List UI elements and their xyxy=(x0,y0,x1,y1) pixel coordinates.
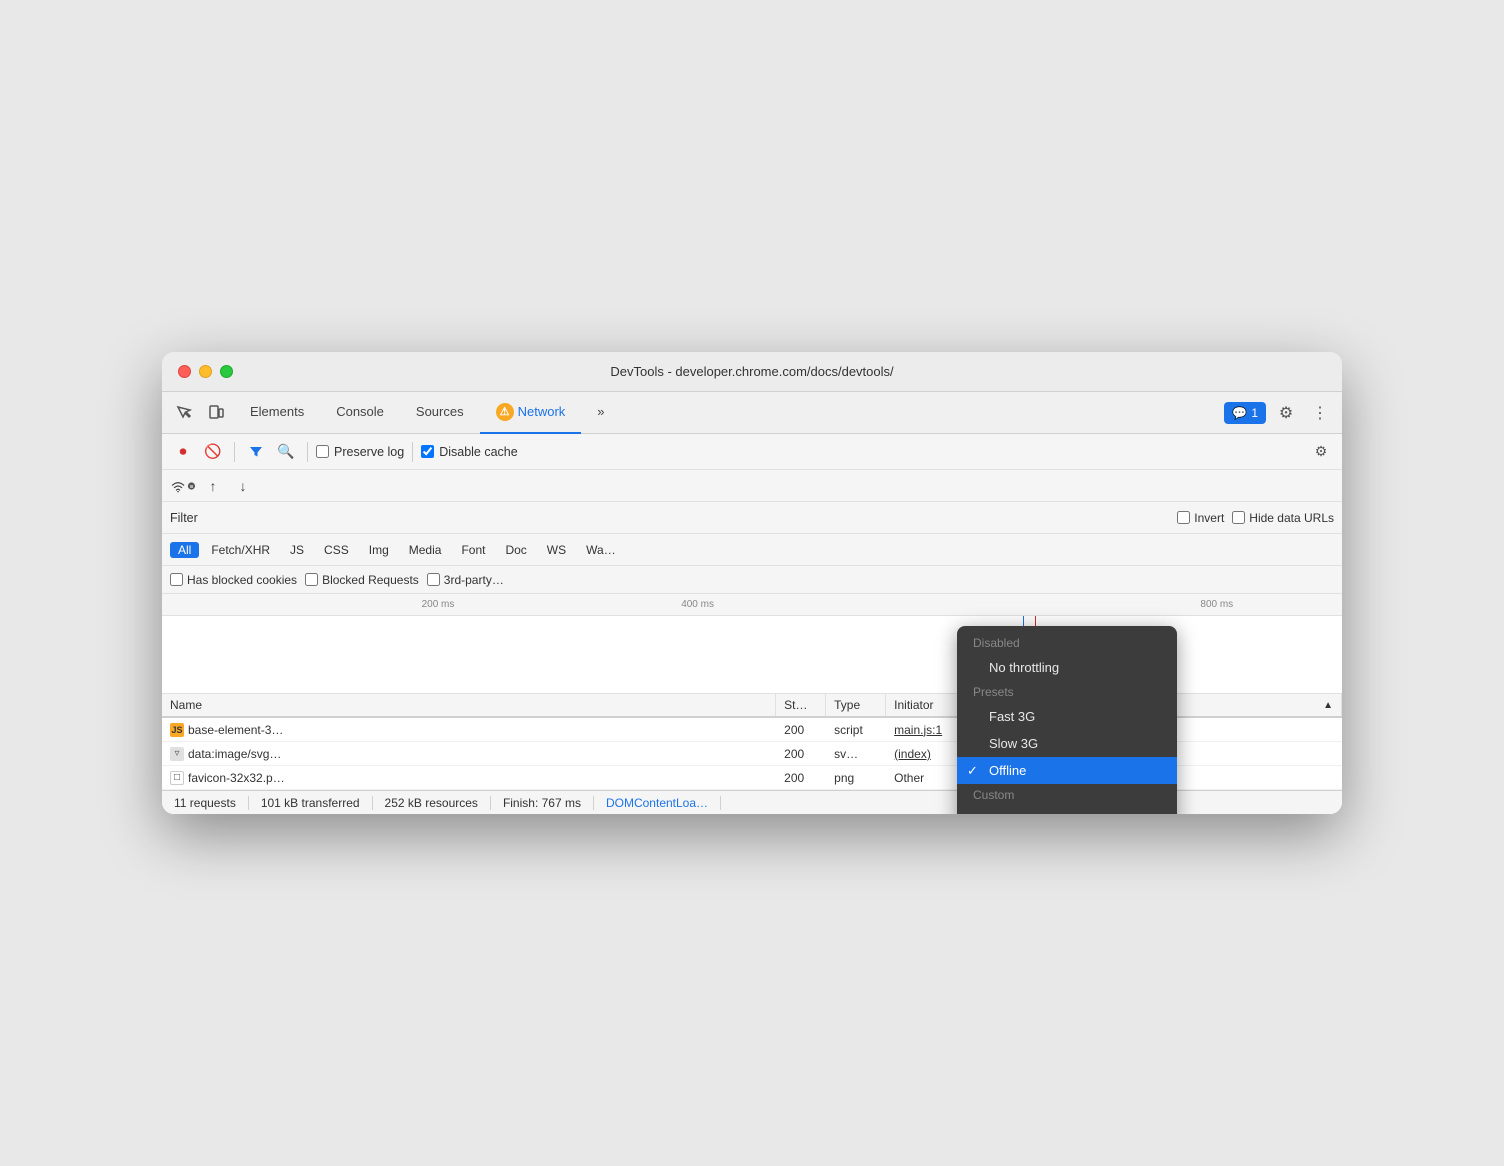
network-toolbar2: ≡ ↑ ↓ xyxy=(162,470,1342,502)
type-filter-ws[interactable]: WS xyxy=(539,542,574,558)
more-options-button[interactable]: ⋮ xyxy=(1306,399,1334,427)
network-warning-badge: ⚠ xyxy=(496,403,514,421)
titlebar: DevTools - developer.chrome.com/docs/dev… xyxy=(162,352,1342,392)
preserve-log-checkbox[interactable]: Preserve log xyxy=(316,445,404,459)
blocked-cookies-checkbox[interactable]: Has blocked cookies xyxy=(170,573,297,587)
filter-button[interactable] xyxy=(243,439,269,465)
type-filter-fetch-xhr[interactable]: Fetch/XHR xyxy=(203,542,278,558)
tabs-list: Elements Console Sources ⚠ Network » xyxy=(234,392,1224,434)
search-button[interactable]: 🔍 xyxy=(273,439,299,465)
extra-filter-bar: Has blocked cookies Blocked Requests 3rd… xyxy=(162,566,1342,594)
png-file-icon: □ xyxy=(170,771,184,785)
sort-icon: ▲ xyxy=(1323,700,1333,711)
filter-bar: Filter Invert Hide data URLs xyxy=(162,502,1342,534)
dom-content-loaded: DOMContentLoa… xyxy=(594,796,721,810)
type-filter-font[interactable]: Font xyxy=(453,542,493,558)
close-button[interactable] xyxy=(178,365,191,378)
dropdown-item-fast-3g[interactable]: Fast 3G xyxy=(957,703,1177,730)
resources-size: 252 kB resources xyxy=(373,796,491,810)
type-filter-js[interactable]: JS xyxy=(282,542,312,558)
network-toolbar: ⏺ 🚫 🔍 Preserve log Disable cache xyxy=(162,434,1342,470)
ruler-mark-800ms: 800 ms xyxy=(1200,599,1233,610)
inspect-element-icon[interactable] xyxy=(170,399,198,427)
tabs-bar: Elements Console Sources ⚠ Network » xyxy=(162,392,1342,434)
device-toolbar-icon[interactable] xyxy=(202,399,230,427)
dropdown-item-add[interactable]: Add… xyxy=(957,806,1177,814)
filter-label: Filter xyxy=(170,511,198,525)
feedback-button[interactable]: 💬 1 xyxy=(1224,402,1266,424)
th-type[interactable]: Type xyxy=(826,694,886,716)
dropdown-item-offline[interactable]: Offline xyxy=(957,757,1177,784)
type-filter-wa[interactable]: Wa… xyxy=(578,542,624,558)
transferred-size: 101 kB transferred xyxy=(249,796,373,810)
dropdown-presets-label: Presets xyxy=(957,681,1177,703)
tabs-right: 💬 1 ⚙ ⋮ xyxy=(1224,399,1334,427)
third-party-checkbox[interactable]: 3rd-party… xyxy=(427,573,504,587)
invert-checkbox[interactable]: Invert xyxy=(1177,511,1224,525)
devtools-body: Elements Console Sources ⚠ Network » xyxy=(162,392,1342,814)
devtools-settings-button[interactable]: ⚙ xyxy=(1272,399,1300,427)
dom-content-loaded-link[interactable]: DOMContentLoa… xyxy=(606,796,708,810)
tab-more[interactable]: » xyxy=(581,392,620,434)
row1-status-cell: 200 xyxy=(776,723,826,737)
row2-name-cell: ▿ data:image/svg… xyxy=(162,747,776,761)
dropdown-item-slow-3g[interactable]: Slow 3G xyxy=(957,730,1177,757)
svg-text:≡: ≡ xyxy=(190,483,194,490)
tab-sources[interactable]: Sources xyxy=(400,392,480,434)
svg-file-icon: ▿ xyxy=(170,747,184,761)
throttling-dropdown: Disabled No throttling Presets Fast 3G S… xyxy=(957,626,1177,814)
hide-data-urls-checkbox[interactable]: Hide data URLs xyxy=(1232,511,1334,525)
network-conditions-button[interactable]: ≡ xyxy=(170,473,196,499)
row2-status-cell: 200 xyxy=(776,747,826,761)
disable-cache-checkbox[interactable]: Disable cache xyxy=(421,445,518,459)
maximize-button[interactable] xyxy=(220,365,233,378)
type-filter-doc[interactable]: Doc xyxy=(497,542,534,558)
type-filter-all[interactable]: All xyxy=(170,542,199,558)
devtools-content: ⏺ 🚫 🔍 Preserve log Disable cache xyxy=(162,434,1342,814)
type-filter-bar: All Fetch/XHR JS CSS Img Media Font Doc … xyxy=(162,534,1342,566)
type-filter-css[interactable]: CSS xyxy=(316,542,357,558)
toolbar-divider2 xyxy=(307,442,308,462)
ruler-mark-400ms: 400 ms xyxy=(681,599,714,610)
tab-network[interactable]: ⚠ Network xyxy=(480,392,582,434)
toolbar-divider xyxy=(234,442,235,462)
traffic-lights xyxy=(178,365,233,378)
network-settings-button[interactable]: ⚙ xyxy=(1308,439,1334,465)
row3-name-cell: □ favicon-32x32.p… xyxy=(162,771,776,785)
devtools-window: DevTools - developer.chrome.com/docs/dev… xyxy=(162,352,1342,814)
row1-name-cell: JS base-element-3… xyxy=(162,723,776,737)
blocked-requests-checkbox[interactable]: Blocked Requests xyxy=(305,573,419,587)
row3-type-cell: png xyxy=(826,771,886,785)
record-button[interactable]: ⏺ xyxy=(170,439,196,465)
dropdown-custom-label: Custom xyxy=(957,784,1177,806)
row3-status-cell: 200 xyxy=(776,771,826,785)
finish-time: Finish: 767 ms xyxy=(491,796,594,810)
th-status[interactable]: St… xyxy=(776,694,826,716)
import-har-button[interactable]: ↑ xyxy=(200,473,226,499)
row2-type-cell: sv… xyxy=(826,747,886,761)
row1-type-cell: script xyxy=(826,723,886,737)
clear-button[interactable]: 🚫 xyxy=(200,439,226,465)
dropdown-disabled-label: Disabled xyxy=(957,632,1177,654)
dropdown-item-no-throttling[interactable]: No throttling xyxy=(957,654,1177,681)
timeline-ruler: 200 ms 400 ms 800 ms xyxy=(162,594,1342,616)
requests-count: 11 requests xyxy=(174,796,249,810)
minimize-button[interactable] xyxy=(199,365,212,378)
window-title: DevTools - developer.chrome.com/docs/dev… xyxy=(610,364,893,379)
type-filter-img[interactable]: Img xyxy=(361,542,397,558)
tab-console[interactable]: Console xyxy=(320,392,400,434)
toolbar-divider3 xyxy=(412,442,413,462)
export-har-button[interactable]: ↓ xyxy=(230,473,256,499)
type-filter-media[interactable]: Media xyxy=(401,542,450,558)
ruler-mark-200ms: 200 ms xyxy=(422,599,455,610)
th-name[interactable]: Name xyxy=(162,694,776,716)
tab-elements[interactable]: Elements xyxy=(234,392,320,434)
js-file-icon: JS xyxy=(170,723,184,737)
